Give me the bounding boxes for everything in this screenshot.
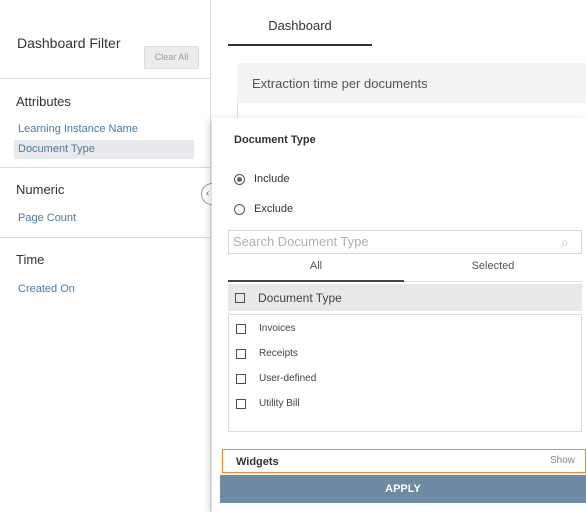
include-radio[interactable]: Include (234, 173, 289, 185)
include-label: Include (254, 173, 290, 185)
clear-all-button[interactable]: Clear All (144, 46, 199, 69)
radio-unselected-icon (234, 203, 245, 215)
divider (0, 167, 211, 168)
sidebar-item-created-on[interactable]: Created On (18, 283, 75, 295)
option-label: User-defined (259, 373, 317, 384)
filter-sidebar: Dashboard Filter Clear All Attributes Le… (0, 0, 211, 512)
option-label: Utility Bill (259, 398, 300, 409)
option-label: Invoices (259, 323, 296, 334)
checkbox-icon[interactable] (235, 292, 245, 303)
sidebar-item-learning-instance-name[interactable]: Learning Instance Name (18, 123, 138, 135)
tab-dashboard[interactable]: Dashboard (228, 0, 372, 46)
exclude-label: Exclude (254, 203, 294, 215)
list-item-invoices[interactable]: Invoices (236, 323, 296, 334)
divider (0, 78, 211, 79)
checkbox-icon[interactable] (236, 373, 246, 384)
segment-selected[interactable]: Selected (404, 260, 582, 272)
list-header-label: Document Type (258, 290, 342, 305)
section-attributes: Attributes (16, 94, 71, 109)
sidebar-title: Dashboard Filter (17, 35, 121, 51)
list-item-utility-bill[interactable]: Utility Bill (236, 398, 300, 409)
divider (0, 237, 211, 238)
exclude-radio[interactable]: Exclude (234, 203, 293, 215)
select-all-row[interactable]: Document Type (228, 284, 582, 311)
panel-title: Document Type (234, 134, 316, 146)
options-list: Invoices Receipts User-defined Utility B… (228, 314, 582, 432)
apply-button[interactable]: APPLY (220, 475, 586, 503)
section-numeric: Numeric (16, 182, 65, 197)
search-input[interactable]: Search Document Type ⌕ (228, 230, 582, 254)
segment-active-indicator (228, 280, 404, 282)
segment-baseline (404, 281, 582, 282)
widgets-label: Widgets (236, 456, 279, 468)
list-item-receipts[interactable]: Receipts (236, 348, 298, 359)
checkbox-icon[interactable] (236, 398, 246, 409)
chevron-left-icon: ‹ (206, 188, 210, 199)
checkbox-icon[interactable] (236, 323, 246, 334)
show-widgets-link[interactable]: Show (550, 455, 575, 466)
option-label: Receipts (259, 348, 298, 359)
widget-header: Extraction time per documents (237, 63, 586, 103)
section-time: Time (16, 252, 45, 267)
sidebar-item-document-type[interactable]: Document Type (14, 140, 194, 159)
search-icon[interactable]: ⌕ (561, 234, 577, 250)
segment-all[interactable]: All (228, 260, 404, 272)
widget-title: Extraction time per documents (252, 76, 428, 91)
checkbox-icon[interactable] (236, 348, 246, 359)
search-placeholder: Search Document Type (233, 234, 369, 249)
sidebar-item-page-count[interactable]: Page Count (18, 212, 76, 224)
radio-selected-icon (234, 173, 245, 185)
document-type-filter-panel: Document Type Include Exclude Search Doc… (212, 118, 586, 512)
widgets-row: Widgets Show (222, 449, 586, 473)
list-item-user-defined[interactable]: User-defined (236, 373, 316, 384)
